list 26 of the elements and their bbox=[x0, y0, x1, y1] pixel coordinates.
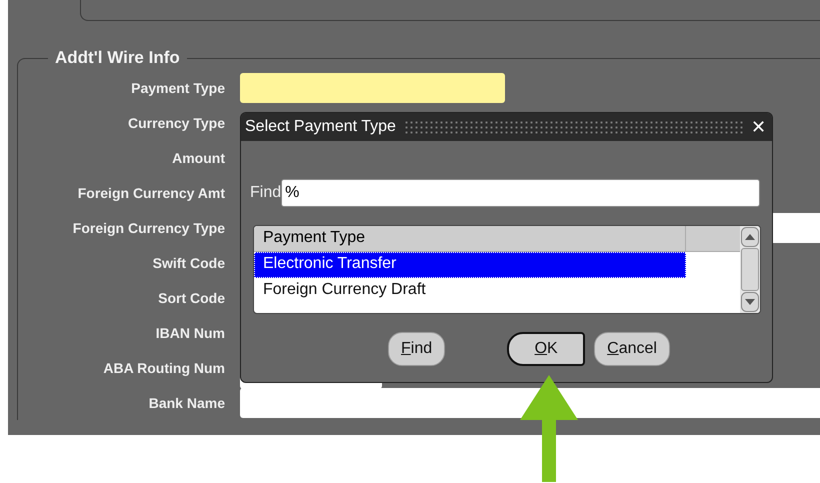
field-label: Payment Type bbox=[131, 80, 225, 96]
field-label: Amount bbox=[172, 150, 225, 166]
section-title: Addt'l Wire Info bbox=[54, 48, 181, 68]
field-label: Sort Code bbox=[158, 290, 225, 306]
field-label: Bank Name bbox=[148, 394, 225, 410]
field-label: Swift Code bbox=[152, 254, 225, 270]
field-label: Foreign Currency Amt bbox=[78, 184, 225, 200]
find-label: Find bbox=[250, 184, 282, 202]
dialog-button[interactable]: Cancel bbox=[594, 332, 670, 366]
dialog-button[interactable]: Find bbox=[388, 332, 446, 366]
field-label: IBAN Num bbox=[156, 324, 225, 340]
input-field[interactable] bbox=[240, 388, 820, 418]
find-field[interactable]: % bbox=[281, 179, 760, 207]
field-label: ABA Routing Num bbox=[103, 360, 225, 376]
list-item[interactable]: Foreign Currency Draft bbox=[254, 278, 686, 304]
scrollbar[interactable] bbox=[740, 226, 760, 313]
scroll-down-icon[interactable] bbox=[741, 292, 759, 312]
list-item[interactable]: Electronic Transfer bbox=[254, 252, 686, 278]
dialog-title: Select Payment Type bbox=[245, 118, 396, 136]
field-label: Foreign Currency Type bbox=[72, 220, 225, 236]
dialog-button[interactable]: OK bbox=[507, 332, 586, 366]
scroll-thumb[interactable] bbox=[741, 248, 759, 291]
input-field[interactable] bbox=[240, 72, 505, 102]
close-button[interactable]: ✕ bbox=[751, 116, 766, 138]
scroll-up-icon[interactable] bbox=[741, 227, 759, 247]
field-label: Currency Type bbox=[128, 114, 225, 130]
